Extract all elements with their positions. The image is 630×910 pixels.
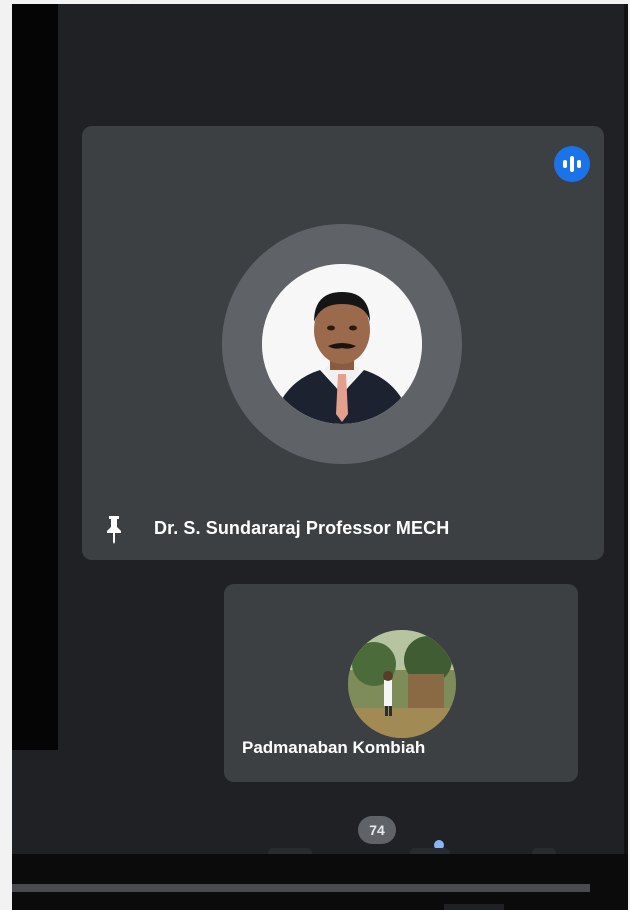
audio-bar — [570, 156, 574, 172]
participant-name: Padmanaban Kombiah — [242, 738, 426, 757]
avatar-photo — [262, 264, 422, 424]
avatar — [348, 630, 456, 738]
participant-name: Dr. S. Sundararaj Professor MECH — [154, 518, 450, 538]
scroll-track[interactable] — [12, 884, 590, 892]
avatar-landscape-icon — [348, 630, 456, 738]
audio-level-icon — [554, 146, 590, 182]
avatar-portrait-icon — [262, 264, 422, 424]
bottom-handle — [444, 904, 504, 910]
participant-tile-main[interactable]: Dr. S. Sundararaj Professor MECH — [82, 126, 604, 560]
pin-icon[interactable] — [104, 514, 124, 544]
participant-tile[interactable]: Padmanaban Kombiah — [224, 584, 578, 782]
audio-bar — [563, 160, 567, 168]
window-right-edge — [624, 4, 628, 910]
meeting-window: Dr. S. Sundararaj Professor MECH Padmana… — [12, 4, 628, 910]
avatar-ring — [222, 224, 462, 464]
side-panel — [12, 4, 58, 750]
audio-bar — [577, 160, 581, 168]
participant-count-badge[interactable]: 74 — [358, 816, 396, 844]
control-bar — [12, 854, 628, 910]
